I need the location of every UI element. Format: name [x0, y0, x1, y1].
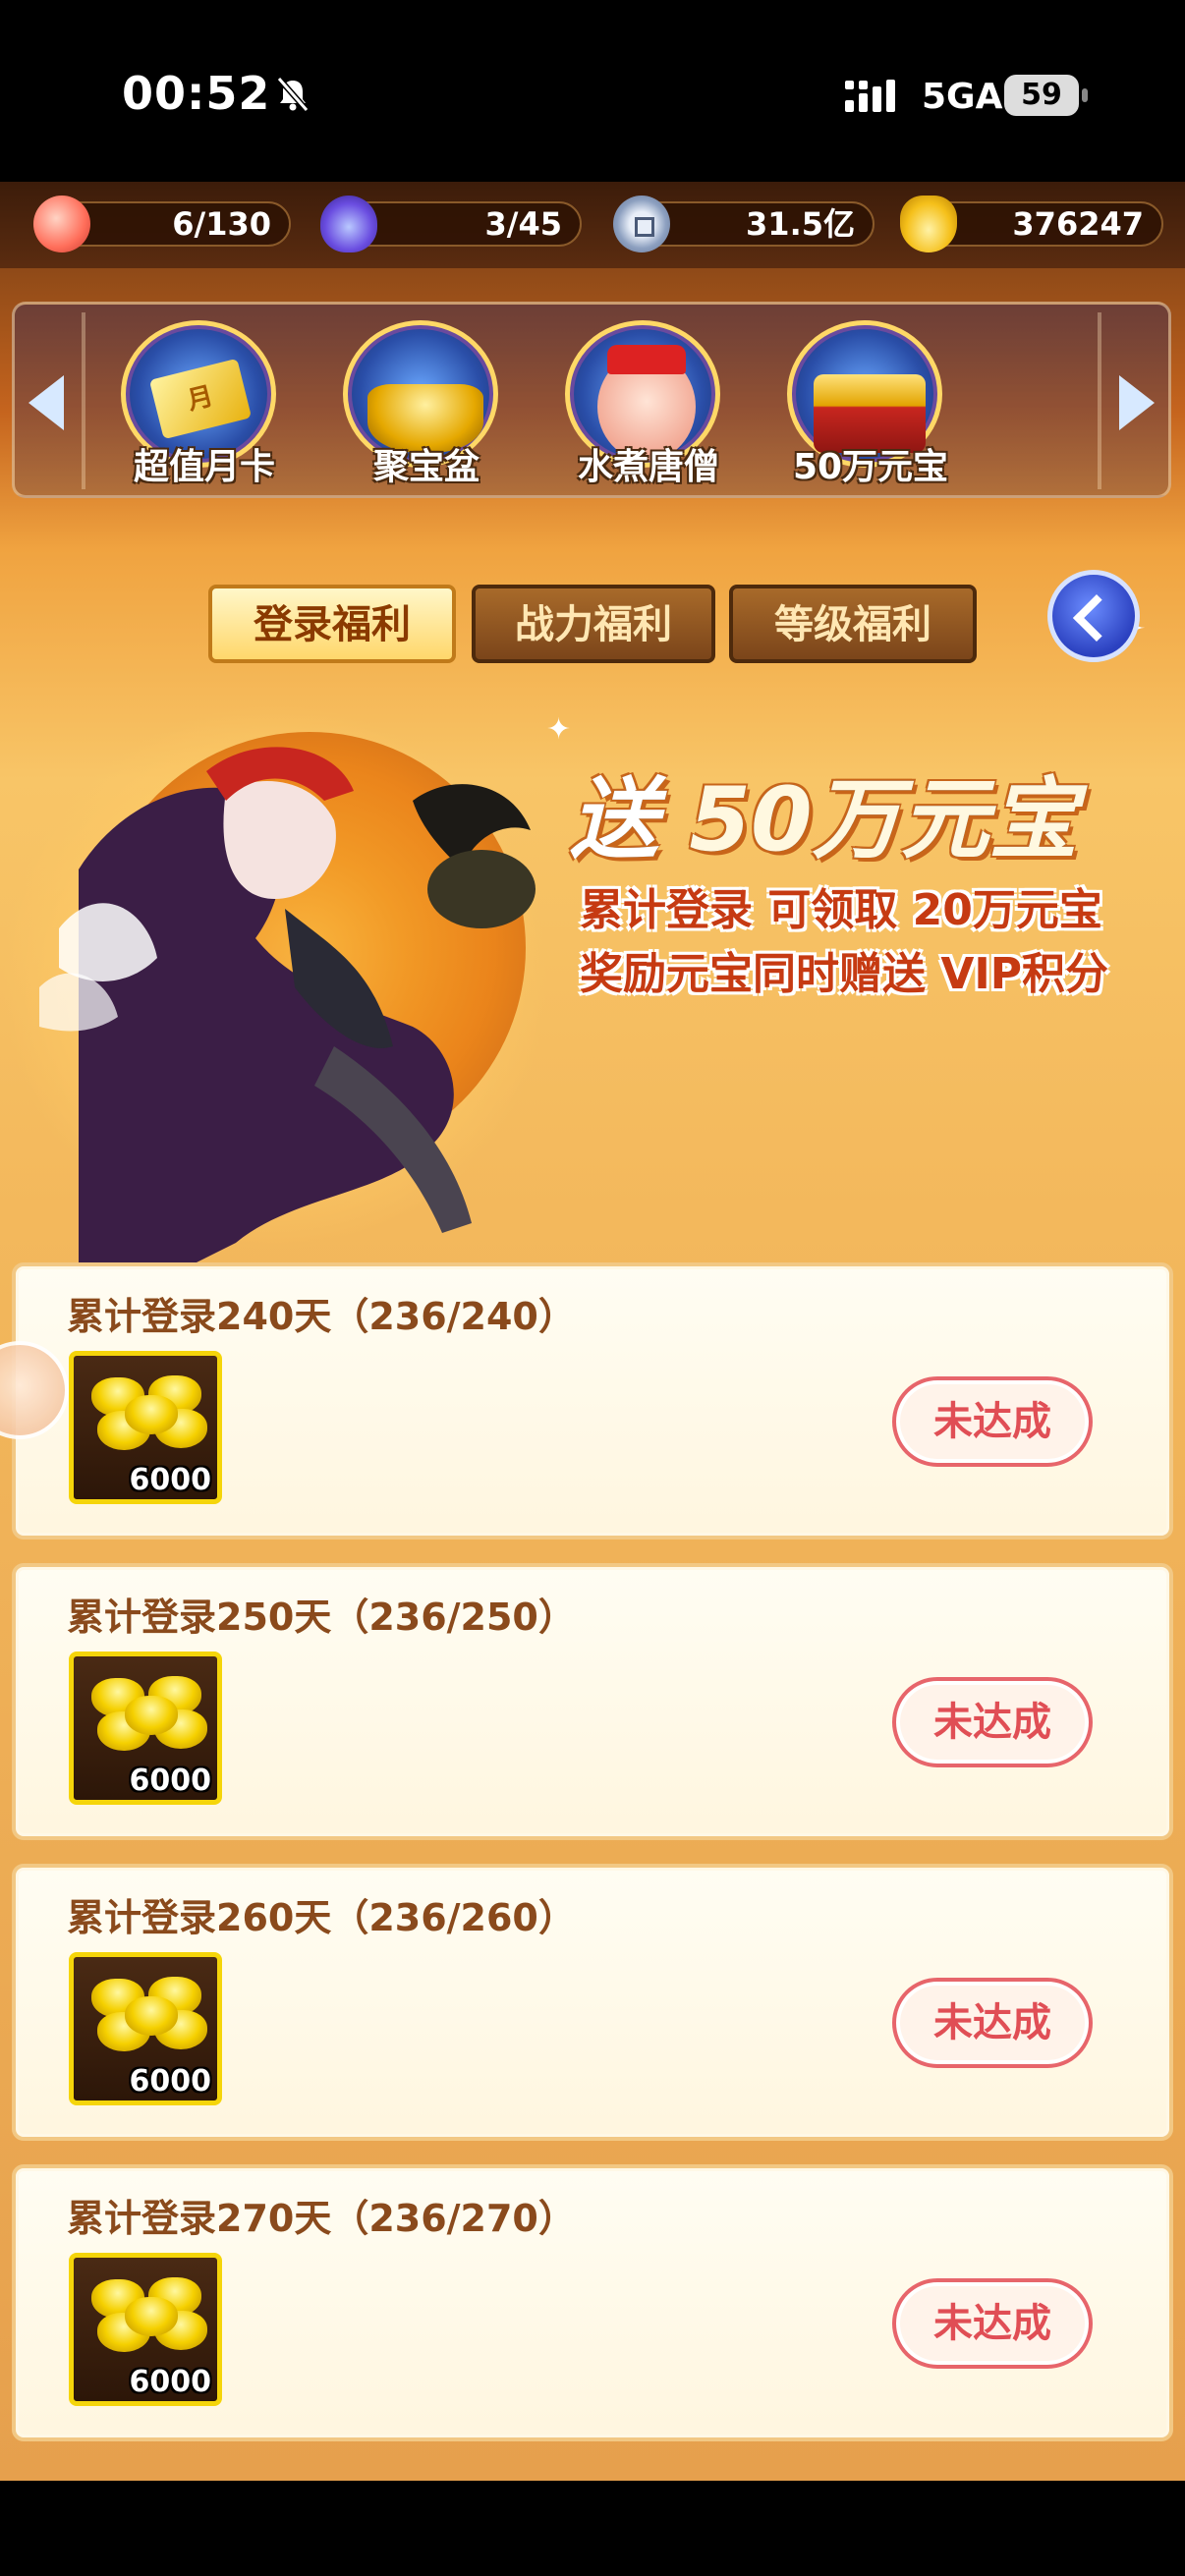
- carousel-label: 聚宝盆: [372, 447, 480, 487]
- reward-card: 累计登录270天（236/270） 6000 未达成: [12, 2164, 1173, 2441]
- status-time: 00:52: [122, 67, 271, 120]
- reward-item-gold-ingots[interactable]: 6000: [69, 1351, 222, 1504]
- screen: 00:52 5GA 59 6/130 3/45 31.5亿 376247 月 超…: [0, 0, 1185, 2576]
- status-button-not-achieved[interactable]: 未达成: [892, 1376, 1093, 1467]
- item-count: 6000: [129, 2064, 212, 2099]
- carousel-item-500k-ingots[interactable]: 50万元宝: [758, 310, 948, 497]
- game-area: 6/130 3/45 31.5亿 376247 月 超值月卡 聚宝盆 水煮唐僧 …: [0, 182, 1185, 2481]
- carousel-label: 水煮唐僧: [577, 447, 719, 487]
- arrow-right-icon[interactable]: [1119, 375, 1155, 430]
- reward-title: 累计登录260天（236/260）: [67, 1896, 576, 1939]
- item-count: 6000: [129, 1463, 212, 1497]
- tab-level-welfare[interactable]: 等级福利: [729, 585, 977, 663]
- status-button-not-achieved[interactable]: 未达成: [892, 1978, 1093, 2068]
- reward-item-gold-ingots[interactable]: 6000: [69, 1952, 222, 2105]
- carousel-item-monthly-card[interactable]: 月 超值月卡: [91, 310, 278, 497]
- carousel-label: 超值月卡: [133, 447, 275, 487]
- banner-title: 送 50万元宝: [570, 768, 1078, 871]
- card-badge: 月: [148, 358, 253, 440]
- resource-value: 376247: [1012, 205, 1144, 243]
- gold-ingot-icon: [85, 1670, 207, 1759]
- resource-bar: 6/130 3/45 31.5亿 376247: [0, 182, 1185, 268]
- reward-item-gold-ingots[interactable]: 6000: [69, 1652, 222, 1805]
- promo-banner: 送 50万元宝 累计登录 可领取 20万元宝 奖励元宝同时赠送 VIP积分 ✦ …: [0, 604, 1185, 1282]
- reward-title: 累计登录250天（236/250）: [67, 1596, 576, 1639]
- item-count: 6000: [129, 1764, 212, 1798]
- status-button-not-achieved[interactable]: 未达成: [892, 1677, 1093, 1767]
- banner-line-2: 奖励元宝同时赠送 VIP积分: [580, 949, 1108, 999]
- reward-item-gold-ingots[interactable]: 6000: [69, 2253, 222, 2406]
- gold-ingot-icon: [85, 2271, 207, 2360]
- activity-carousel: 月 超值月卡 聚宝盆 水煮唐僧 50万元宝: [12, 302, 1171, 498]
- resource-stamina[interactable]: 6/130: [33, 196, 291, 252]
- back-button[interactable]: [1047, 570, 1140, 662]
- resource-value: 31.5亿: [746, 205, 855, 243]
- arrow-left-icon[interactable]: [28, 375, 64, 430]
- tab-login-welfare[interactable]: 登录福利: [208, 585, 456, 663]
- item-count: 6000: [129, 2365, 212, 2399]
- divider: [1098, 312, 1101, 489]
- peach-icon: [33, 196, 90, 252]
- reward-title: 累计登录270天（236/270）: [67, 2197, 576, 2240]
- resource-value: 3/45: [484, 205, 562, 243]
- signal-icon: [845, 80, 895, 112]
- flame-icon: [320, 196, 377, 252]
- resource-gold[interactable]: 376247: [900, 196, 1163, 252]
- network-type: 5GA: [922, 77, 1003, 117]
- carousel-item-monk[interactable]: 水煮唐僧: [536, 310, 722, 497]
- status-bar: 00:52 5GA 59: [0, 0, 1185, 182]
- bell-muted-icon: [276, 77, 310, 112]
- resource-energy[interactable]: 3/45: [320, 196, 582, 252]
- reward-title: 累计登录240天（236/240）: [67, 1295, 576, 1338]
- carousel-label: 50万元宝: [792, 447, 949, 487]
- reward-card: 累计登录240天（236/240） 6000 未达成: [12, 1262, 1173, 1540]
- tab-power-welfare[interactable]: 战力福利: [472, 585, 715, 663]
- gold-ingot-icon: [85, 1370, 207, 1458]
- gold-ingot-icon: [85, 1971, 207, 2059]
- reward-card: 累计登录260天（236/260） 6000 未达成: [12, 1864, 1173, 2141]
- banner-line-1: 累计登录 可领取 20万元宝: [580, 885, 1102, 935]
- coin-icon: [613, 196, 670, 252]
- character-illustration: [39, 747, 536, 1282]
- resource-value: 6/130: [172, 205, 271, 243]
- ingot-icon: [900, 196, 957, 252]
- battery-indicator: 59: [1004, 75, 1088, 116]
- status-button-not-achieved[interactable]: 未达成: [892, 2278, 1093, 2369]
- resource-silver[interactable]: 31.5亿: [613, 196, 875, 252]
- sparkle-icon: ✦: [546, 712, 572, 747]
- divider: [82, 312, 85, 489]
- home-indicator-area: [0, 2481, 1185, 2576]
- carousel-item-treasure-bowl[interactable]: 聚宝盆: [313, 310, 500, 497]
- reward-card: 累计登录250天（236/250） 6000 未达成: [12, 1563, 1173, 1840]
